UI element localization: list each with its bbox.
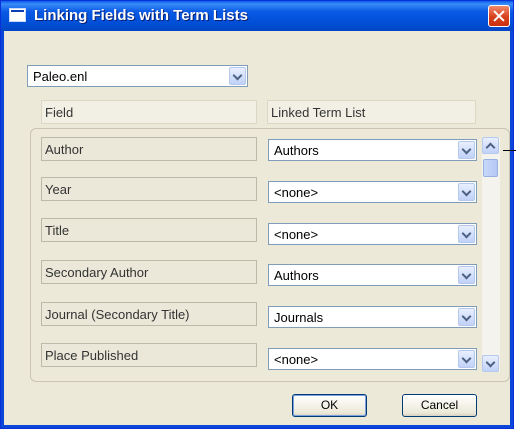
term-list-dropdown[interactable]: Authors — [268, 264, 477, 286]
field-label-text: Secondary Author — [45, 265, 149, 280]
callout-line — [503, 150, 516, 151]
term-list-value: Authors — [274, 268, 319, 283]
chevron-down-icon[interactable] — [229, 67, 246, 85]
term-list-dropdown[interactable]: <none> — [268, 181, 477, 203]
library-dropdown[interactable]: Paleo.enl — [27, 65, 248, 87]
field-label: Year — [41, 177, 257, 201]
field-label: Secondary Author — [41, 260, 257, 284]
scroll-down-arrow[interactable] — [482, 355, 499, 372]
term-list-dropdown[interactable]: Journals — [268, 306, 477, 328]
field-column-header: Field — [41, 100, 257, 124]
close-button[interactable] — [488, 5, 510, 27]
scroll-up-arrow[interactable] — [482, 137, 499, 154]
field-label: Title — [41, 218, 257, 242]
term-list-column-header-label: Linked Term List — [271, 105, 366, 120]
field-label: Author — [41, 137, 257, 161]
field-label-text: Place Published — [45, 348, 139, 363]
term-list-value: Authors — [274, 143, 319, 158]
term-list-value: Journals — [274, 310, 324, 325]
field-label-text: Year — [45, 182, 72, 197]
chevron-down-icon[interactable] — [458, 183, 475, 201]
term-list-value: <none> — [274, 185, 319, 200]
field-label-text: Journal (Secondary Title) — [45, 307, 190, 322]
cancel-button[interactable]: Cancel — [402, 394, 477, 417]
ok-button[interactable]: OK — [292, 394, 367, 417]
chevron-down-icon[interactable] — [458, 225, 475, 243]
chevron-down-icon[interactable] — [458, 308, 475, 326]
term-list-value: <none> — [274, 227, 319, 242]
app-window-icon — [9, 8, 26, 22]
vertical-scrollbar[interactable] — [482, 137, 500, 372]
term-list-dropdown[interactable]: <none> — [268, 348, 477, 370]
term-list-value: <none> — [274, 352, 319, 367]
window-title: Linking Fields with Term Lists — [34, 7, 248, 24]
field-label: Journal (Secondary Title) — [41, 302, 257, 326]
term-list-column-header: Linked Term List — [267, 100, 476, 124]
field-column-header-label: Field — [45, 105, 74, 120]
field-label: Place Published — [41, 343, 257, 367]
term-list-dropdown[interactable]: <none> — [268, 223, 477, 245]
library-dropdown-value: Paleo.enl — [33, 69, 88, 84]
term-list-dropdown[interactable]: Authors — [268, 139, 477, 161]
title-bar[interactable]: Linking Fields with Term Lists — [1, 1, 513, 31]
chevron-down-icon[interactable] — [458, 141, 475, 159]
field-label-text: Title — [45, 223, 70, 238]
scroll-thumb[interactable] — [483, 159, 498, 177]
chevron-down-icon[interactable] — [458, 266, 475, 284]
field-label-text: Author — [45, 142, 84, 157]
chevron-down-icon[interactable] — [458, 350, 475, 368]
